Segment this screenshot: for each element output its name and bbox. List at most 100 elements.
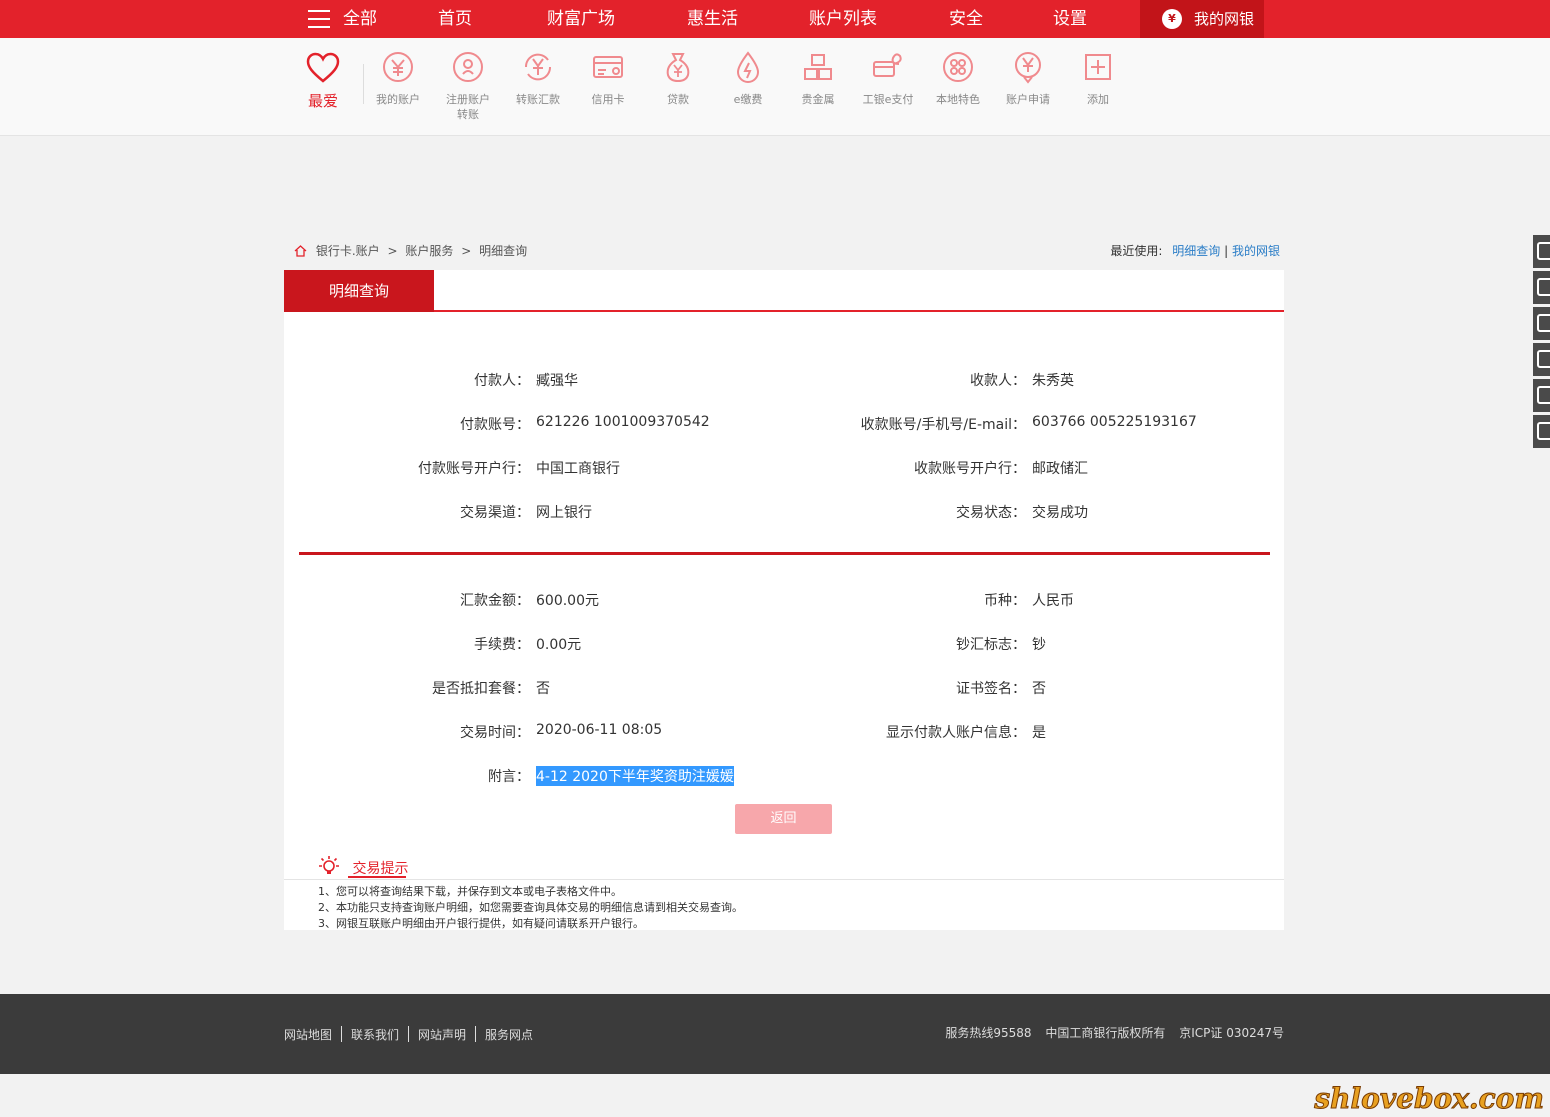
tab-detail-query[interactable]: 明细查询 (284, 270, 434, 312)
local-feature-icon (943, 52, 973, 82)
status-value: 交易成功 (1032, 505, 1088, 521)
recent-label: 最近使用: (1110, 244, 1163, 258)
footer-link-outlets[interactable]: 服务网点 (485, 1028, 533, 1042)
watermark: shlovebox.com (1314, 1082, 1545, 1116)
my-ebank-label: 我的网银 (1194, 10, 1255, 28)
currency-value: 人民币 (1032, 593, 1074, 609)
account-apply-icon (1015, 52, 1041, 84)
lightbulb-icon (319, 856, 339, 874)
menu-icon[interactable] (308, 10, 330, 28)
detail-panel: 明细查询 付款人： 臧强华 收款人： 朱秀英 付款账号： 621226 1001… (284, 270, 1284, 930)
fee-value: 0.00元 (536, 637, 582, 653)
tips-title: 交易提示 (318, 855, 408, 878)
section-divider (299, 552, 1270, 555)
shortcut-label: 贷款 (667, 93, 689, 106)
time-label: 交易时间： (460, 725, 530, 741)
breadcrumb-level2[interactable]: 账户服务 (405, 244, 453, 258)
note-value: 4-12 2020下半年奖资助注媛媛 (536, 766, 734, 786)
shortcut-label: 添加 (1087, 93, 1109, 106)
nav-wealth[interactable]: 财富广场 (547, 0, 615, 38)
registered-transfer-icon (453, 52, 483, 82)
amount-label: 汇款金额： (460, 593, 530, 609)
shortcut-label: 贵金属 (801, 93, 835, 106)
shortcut-local-feature[interactable]: 本地特色 (923, 50, 993, 107)
cert-label: 证书签名： (956, 681, 1026, 697)
top-nav-bar (0, 0, 1550, 38)
mail-icon[interactable] (1533, 379, 1550, 412)
shortcut-my-account[interactable]: 我的账户 (363, 50, 433, 107)
calendar-icon[interactable] (1533, 343, 1550, 376)
e-pay-icon (873, 53, 902, 77)
shortcut-bar: 最爱 我的账户 注册账户转账 转账汇款 信用卡 贷款 e缴费 贵金属 工银e支付… (0, 38, 1550, 136)
back-button[interactable]: 返回 (735, 804, 832, 834)
tips-title-label: 交易提示 (352, 861, 409, 877)
payee-label: 收款人： (970, 373, 1026, 389)
payee-bank-label: 收款账号开户行： (914, 461, 1026, 477)
cert-value: 否 (1032, 681, 1046, 697)
payee-bank-value: 邮政储汇 (1032, 461, 1088, 477)
headset-icon[interactable] (1533, 415, 1550, 448)
send-icon[interactable] (1533, 271, 1550, 304)
shortcut-e-payment[interactable]: e缴费 (713, 50, 783, 107)
shortcut-transfer[interactable]: 转账汇款 (503, 50, 573, 107)
footer-link-sitemap[interactable]: 网站地图 (284, 1028, 332, 1042)
tip-line: 3、网银互联账户明细由开户银行提供，如有疑问请联系开户银行。 (318, 917, 644, 930)
breadcrumb-level1[interactable]: 银行卡.账户 (316, 244, 380, 258)
nav-all[interactable]: 全部 (343, 0, 377, 38)
breadcrumb: 银行卡.账户 > 账户服务 > 明细查询 (294, 242, 527, 259)
footer: 网站地图 联系我们 网站声明 服务网点 服务热线95588 中国工商银行版权所有 京I… (0, 994, 1550, 1074)
shortcut-label: 本地特色 (936, 93, 980, 106)
shortcut-label: 工银e支付 (862, 93, 914, 106)
shortcut-loan[interactable]: 贷款 (643, 50, 713, 107)
shortcut-label: 账户申请 (1006, 93, 1050, 106)
payer-bank-value: 中国工商银行 (536, 461, 620, 477)
recent-separator: | (1224, 244, 1229, 258)
shortcut-label: 注册账户转账 (446, 93, 490, 121)
my-ebank-button[interactable]: ¥ 我的网银 (1140, 0, 1264, 38)
note-label: 附言： (488, 769, 530, 785)
add-icon (1085, 54, 1111, 80)
breadcrumb-current: 明细查询 (479, 244, 528, 258)
breadcrumb-separator: > (387, 244, 398, 258)
payer-value: 臧强华 (536, 373, 578, 389)
shortcut-label: 我的账户 (376, 93, 420, 106)
yen-circle-icon (383, 52, 413, 82)
channel-value: 网上银行 (536, 505, 592, 521)
package-value: 否 (536, 681, 550, 697)
payment-drop-icon (736, 51, 760, 83)
payer-account-value: 621226 1001009370542 (536, 414, 710, 430)
payer-bank-label: 付款账号开户行： (418, 461, 530, 477)
nav-security[interactable]: 安全 (949, 0, 983, 38)
favorites[interactable]: 最爱 (300, 52, 346, 111)
nav-life[interactable]: 惠生活 (687, 0, 738, 38)
shortcut-registered-transfer[interactable]: 注册账户转账 (433, 50, 503, 122)
footer-links: 网站地图 联系我们 网站声明 服务网点 (284, 1026, 533, 1043)
show-payer-label: 显示付款人账户信息： (886, 725, 1026, 741)
shortcut-credit-card[interactable]: 信用卡 (573, 50, 643, 107)
top-nav: 全部 首页 财富广场 惠生活 账户列表 安全 设置 ¥ 我的网银 (0, 0, 1550, 38)
footer-link-statement[interactable]: 网站声明 (418, 1028, 466, 1042)
recent-link-my-ebank[interactable]: 我的网银 (1232, 244, 1280, 258)
footer-link-contact[interactable]: 联系我们 (351, 1028, 399, 1042)
cash-flag-label: 钞汇标志： (956, 637, 1026, 653)
nav-home[interactable]: 首页 (438, 0, 472, 38)
shortcut-precious-metal[interactable]: 贵金属 (783, 50, 853, 107)
shortcut-label: e缴费 (733, 93, 763, 106)
footer-info: 服务热线95588 中国工商银行版权所有 京ICP证 030247号 (935, 1024, 1284, 1041)
credit-card-icon (593, 56, 623, 78)
shortcut-account-apply[interactable]: 账户申请 (993, 50, 1063, 107)
home-icon[interactable] (294, 245, 307, 257)
nav-settings[interactable]: 设置 (1053, 0, 1087, 38)
shortcut-e-pay[interactable]: 工银e支付 (853, 50, 923, 107)
cash-flag-value: 钞 (1032, 637, 1046, 653)
nav-accounts[interactable]: 账户列表 (809, 0, 877, 38)
gift-icon[interactable] (1533, 235, 1550, 268)
camera-icon[interactable] (1533, 307, 1550, 340)
transfer-icon (524, 53, 552, 81)
tab-strip: 明细查询 (284, 270, 1284, 312)
status-label: 交易状态： (956, 505, 1026, 521)
payee-account-value: 603766 005225193167 (1032, 414, 1197, 430)
shortcut-add[interactable]: 添加 (1063, 50, 1133, 107)
loan-bag-icon (666, 53, 690, 83)
recent-link-detail-query[interactable]: 明细查询 (1172, 244, 1220, 258)
